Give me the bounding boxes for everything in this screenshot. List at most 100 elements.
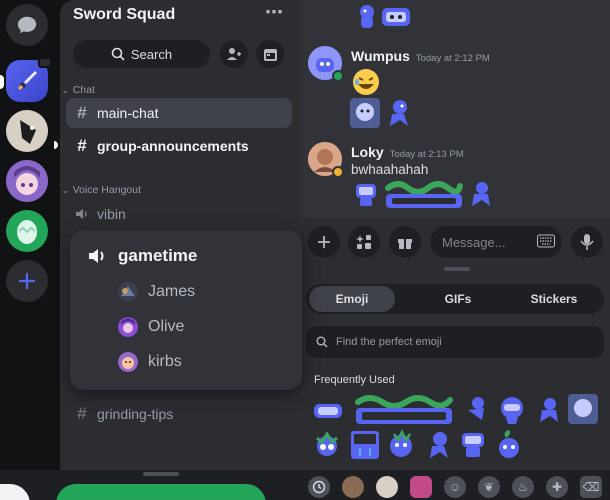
search-icon	[316, 336, 328, 348]
voice-channel-title[interactable]: gametime	[88, 246, 197, 266]
direct-messages-button[interactable]	[6, 4, 48, 46]
message-author[interactable]: Wumpus	[351, 48, 410, 64]
avatar[interactable]	[308, 142, 344, 178]
server-egg-icon-button[interactable]	[6, 210, 48, 252]
message-timestamp: Today at 2:13 PM	[389, 149, 464, 160]
message-timestamp: Today at 2:12 PM	[415, 53, 490, 64]
voice-user[interactable]: James	[118, 282, 195, 302]
server-bird-icon-button[interactable]	[6, 110, 48, 152]
invite-members-button[interactable]	[220, 40, 248, 68]
channel-group-announcements[interactable]: # group-announcements	[66, 131, 292, 161]
server-anime-icon-button[interactable]	[6, 160, 48, 202]
avatar[interactable]	[308, 46, 344, 82]
emoji-search-input[interactable]: Find the perfect emoji	[306, 326, 604, 358]
voice-channel-popup[interactable]: gametime James Olive kirbs	[70, 230, 302, 390]
tab-gifs[interactable]: GIFs	[416, 286, 500, 312]
speaker-icon	[76, 209, 87, 219]
chevron-down-icon: ⌄	[62, 85, 69, 95]
drag-handle[interactable]	[143, 472, 179, 476]
category-voice-hangout[interactable]: ⌄ Voice Hangout	[62, 184, 141, 196]
idle-status-icon	[332, 166, 344, 178]
online-status-icon	[332, 70, 344, 82]
wumpus-face-emoji-icon[interactable]	[496, 394, 528, 426]
backspace-icon[interactable]: ⌫	[580, 476, 602, 498]
gamepad-category-icon[interactable]: ✚	[546, 476, 568, 498]
server-emoji-box-icon[interactable]	[410, 476, 432, 498]
wumpus-sticker-icon	[360, 5, 374, 28]
voice-user-name: kirbs	[148, 353, 182, 370]
join-voice-button[interactable]	[56, 484, 266, 500]
sad-wumpus-emoji-icon[interactable]	[568, 394, 598, 424]
snake-keyboard-emoji-icon	[385, 181, 463, 208]
running-wumpus-emoji-icon[interactable]	[424, 430, 452, 460]
hashtag-icon: #	[77, 103, 87, 122]
spiky-wumpus-emoji-icon[interactable]	[312, 430, 342, 460]
bird-avatar-icon	[6, 110, 48, 152]
gift-icon	[398, 239, 412, 249]
add-server-button[interactable]	[6, 260, 48, 302]
search-label: Search	[130, 46, 173, 62]
sprout-wumpus-emoji-icon[interactable]	[494, 428, 524, 460]
voice-message-button[interactable]	[571, 226, 603, 258]
plus-icon	[19, 273, 35, 289]
emoji-picker: Emoji GIFs Stickers Find the perfect emo…	[300, 262, 610, 470]
robot-emoji-icon[interactable]	[312, 396, 344, 426]
speaker-icon	[89, 249, 104, 263]
voice-channel-vibin[interactable]: vibin	[66, 199, 292, 229]
picker-tabs: Emoji GIFs Stickers	[306, 284, 604, 314]
server-emoji-bird-icon[interactable]	[376, 476, 398, 498]
search-placeholder: Find the perfect emoji	[336, 336, 442, 348]
voice-user-name: Olive	[148, 318, 185, 335]
apps-button[interactable]	[348, 226, 380, 258]
channel-label: group-announcements	[97, 138, 249, 154]
leaf-category-icon[interactable]: ❦	[478, 476, 500, 498]
camera-icon	[38, 57, 52, 68]
gift-button[interactable]	[389, 226, 421, 258]
server-emoji-avatar-icon[interactable]	[342, 476, 364, 498]
dancing-wumpus-emoji-icon	[472, 182, 490, 206]
calendar-icon	[263, 48, 277, 61]
tab-stickers[interactable]: Stickers	[506, 286, 602, 312]
anime-avatar-icon	[6, 160, 48, 202]
server-sword-squad[interactable]	[6, 57, 52, 102]
party-wumpus-emoji-icon[interactable]	[386, 428, 416, 460]
smiley-category-icon[interactable]: ☺	[444, 476, 466, 498]
recent-clock-icon[interactable]	[308, 476, 330, 498]
message-header: Wumpus Today at 2:12 PM	[351, 48, 490, 66]
avatar	[118, 352, 138, 372]
robot-emoji-icon	[382, 8, 410, 26]
chevron-down-icon: ⌄	[62, 185, 69, 195]
robot-wumpus-emoji-icon[interactable]	[458, 430, 488, 460]
food-category-icon[interactable]: ♨	[512, 476, 534, 498]
more-options-icon[interactable]: ⋯	[265, 2, 284, 23]
running-wumpus-emoji-icon	[390, 100, 408, 126]
keyboard-icon[interactable]	[537, 234, 555, 253]
guild-name[interactable]: Sword Squad	[73, 6, 175, 24]
channel-label: vibin	[97, 206, 126, 222]
voice-user[interactable]: Olive	[118, 317, 184, 337]
add-user-icon	[227, 48, 241, 60]
voice-user-name: James	[148, 283, 196, 300]
snake-keyboard-emoji-icon[interactable]	[354, 394, 454, 426]
category-chat[interactable]: ⌄ Chat	[62, 84, 95, 96]
category-label: Voice Hangout	[72, 184, 142, 196]
channel-label: grinding-tips	[97, 406, 174, 422]
server-rail	[0, 0, 58, 470]
message-author[interactable]: Loky	[351, 144, 384, 160]
events-button[interactable]	[256, 40, 284, 68]
voice-user[interactable]: kirbs	[118, 352, 182, 372]
tab-emoji[interactable]: Emoji	[309, 286, 395, 312]
microphone-icon	[580, 234, 594, 250]
channel-main-chat[interactable]: # main-chat	[66, 98, 292, 128]
jumping-wumpus-emoji-icon[interactable]	[536, 396, 562, 424]
hashtag-icon: #	[77, 404, 87, 423]
crying-box-emoji-icon[interactable]	[350, 430, 380, 460]
attach-button[interactable]	[308, 226, 340, 258]
drag-handle[interactable]	[444, 267, 470, 271]
bird-emoji-icon[interactable]	[460, 394, 490, 424]
search-button[interactable]: Search	[73, 40, 210, 68]
search-icon	[111, 47, 125, 61]
channel-grinding-tips[interactable]: # grinding-tips	[66, 399, 292, 429]
laughing-emoji-icon	[353, 69, 379, 95]
robot-wumpus-emoji-icon	[356, 184, 376, 206]
